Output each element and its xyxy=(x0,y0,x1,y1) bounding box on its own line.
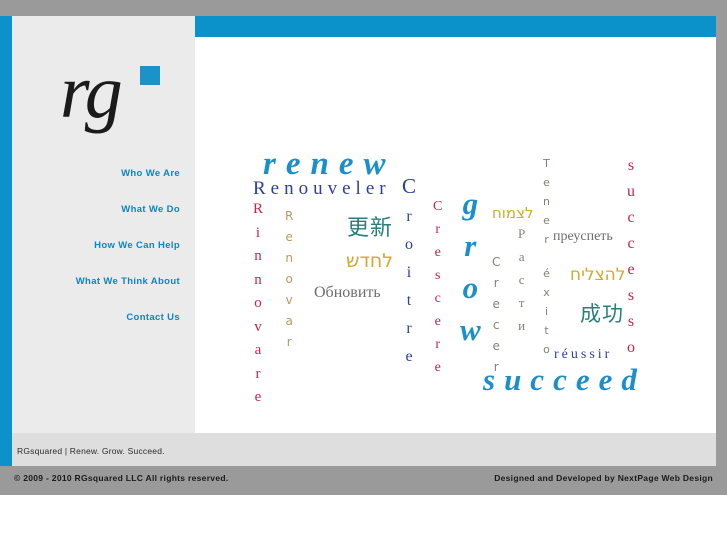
letter: e xyxy=(627,261,635,278)
cloud-word-reussir: réussir xyxy=(554,347,613,362)
letter: e xyxy=(434,360,441,375)
letter: a xyxy=(285,314,293,328)
nav-item-how-we-can-help[interactable]: How We Can Help xyxy=(12,240,180,251)
letter: c xyxy=(434,291,441,306)
letter: C xyxy=(433,199,443,214)
letter: e xyxy=(434,245,441,260)
letter: n xyxy=(285,251,293,265)
letter: e xyxy=(492,297,500,311)
letter: C xyxy=(402,174,417,198)
letter: e xyxy=(285,230,293,244)
site-logo[interactable]: rg xyxy=(60,54,180,144)
designer-credit: Designed and Developed by NextPage Web D… xyxy=(494,473,713,483)
cloud-word-renovar: R e n o v a r xyxy=(285,210,293,348)
letter: i xyxy=(406,264,412,281)
cloud-word-gengxin: 更新 xyxy=(347,216,394,241)
letter: r xyxy=(435,337,440,352)
letter: n xyxy=(543,195,550,208)
nav-item-what-we-do[interactable]: What We Do xyxy=(12,204,180,215)
letter: i xyxy=(255,224,261,241)
letter: v xyxy=(285,293,293,307)
website-frame: rg Who We Are What We Do How We Can Help… xyxy=(0,16,716,490)
letter: t xyxy=(544,324,549,337)
letter: Р xyxy=(518,226,526,241)
cloud-word-preuspet: преуспеть xyxy=(553,229,613,244)
letter: r xyxy=(286,335,292,349)
letter: r xyxy=(464,228,477,263)
letter: g xyxy=(462,186,479,221)
cloud-word-successo: S u c c e s s o xyxy=(627,158,635,356)
letter: n xyxy=(254,271,262,288)
letter: с xyxy=(518,272,525,287)
cloud-word-tener-exito: T e n e r é x i t o xyxy=(543,158,550,355)
logo-wordmark: rg xyxy=(60,50,123,134)
letter: a xyxy=(254,342,262,358)
letter: o xyxy=(627,339,635,356)
cloud-word-croitre: C r o i t r e xyxy=(402,176,416,365)
letter: n xyxy=(254,248,262,264)
cloud-word-renew: renew xyxy=(263,146,396,182)
cloud-word-rasti: Р а с т и xyxy=(518,227,525,332)
main-navigation[interactable]: Who We Are What We Do How We Can Help Wh… xyxy=(12,168,180,348)
letter: S xyxy=(627,157,635,174)
letter: e xyxy=(492,339,500,353)
letter: R xyxy=(285,209,294,223)
cloud-word-succeed: succeed xyxy=(483,362,646,397)
letter: r xyxy=(493,276,499,290)
cloud-word-crecer: C r e c e r xyxy=(492,256,500,373)
copyright-text: © 2009 - 2010 RGsquared LLC All rights r… xyxy=(14,473,229,483)
cloud-word-litzmoach: לצמוח xyxy=(492,204,534,222)
nav-item-who-we-are[interactable]: Who We Are xyxy=(12,168,180,179)
cloud-word-chenggong: 成功 xyxy=(580,302,624,326)
letter: o xyxy=(254,295,262,311)
letter: i xyxy=(544,305,549,318)
letter: s xyxy=(627,313,635,330)
page-root: rg Who We Are What We Do How We Can Help… xyxy=(0,0,727,545)
letter: а xyxy=(518,249,525,264)
word-cloud: renew Renouveler R i n n o v a r e R e n… xyxy=(195,16,716,433)
letter: e xyxy=(543,176,550,189)
letter: s xyxy=(434,268,441,283)
letter: t xyxy=(406,292,412,309)
letter: т xyxy=(518,295,525,310)
letter: c xyxy=(627,235,635,252)
letter: c xyxy=(492,318,500,332)
letter: s xyxy=(627,287,635,304)
cloud-word-rinnovare: R i n n o v a r e xyxy=(253,202,263,405)
letter: v xyxy=(254,318,262,335)
letter: w xyxy=(460,312,481,347)
letter: r xyxy=(544,233,549,246)
letter: x xyxy=(543,286,550,299)
letter: c xyxy=(627,209,635,226)
cloud-word-renouveler: Renouveler xyxy=(253,178,391,199)
letter: T xyxy=(543,157,550,170)
logo-square-icon xyxy=(140,66,160,85)
cloud-word-lehatzliach: להצליח xyxy=(570,265,626,285)
cloud-word-obnovit: Обновить xyxy=(314,284,381,301)
letter: r xyxy=(406,208,412,225)
letter: o xyxy=(462,270,479,305)
left-accent-strip xyxy=(0,16,12,474)
letter: e xyxy=(254,389,262,405)
nav-item-what-we-think-about[interactable]: What We Think About xyxy=(12,276,180,287)
cloud-word-lechadesh: לחדש xyxy=(346,250,394,272)
letter: r xyxy=(406,320,412,337)
letter: и xyxy=(518,318,526,333)
letter: u xyxy=(627,183,635,200)
letter: o xyxy=(285,272,293,286)
cloud-word-grow: g r o w xyxy=(460,188,481,345)
letter: e xyxy=(434,314,441,329)
letter: r xyxy=(435,222,440,237)
letter: e xyxy=(543,214,550,227)
cloud-word-crescere: C r e s c e r e xyxy=(433,200,442,375)
letter: e xyxy=(405,348,413,365)
letter: C xyxy=(492,255,501,269)
footer-tagline: RGsquared | Renew. Grow. Succeed. xyxy=(17,446,165,456)
letter: o xyxy=(405,236,413,253)
nav-item-contact-us[interactable]: Contact Us xyxy=(12,312,180,323)
letter: o xyxy=(543,343,550,356)
letter: R xyxy=(253,201,264,217)
letter: r xyxy=(255,365,261,382)
letter: é xyxy=(543,267,550,280)
